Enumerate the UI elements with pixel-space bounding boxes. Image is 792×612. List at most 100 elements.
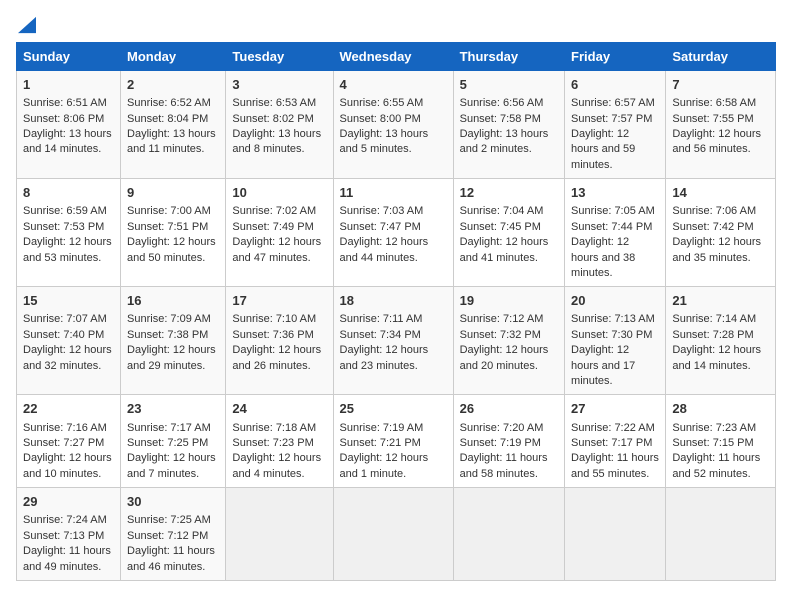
- calendar-cell: 19Sunrise: 7:12 AMSunset: 7:32 PMDayligh…: [453, 287, 564, 395]
- day-number: 8: [23, 184, 114, 202]
- calendar-table: SundayMondayTuesdayWednesdayThursdayFrid…: [16, 42, 776, 581]
- day-number: 26: [460, 400, 558, 418]
- sunset-text: Sunset: 7:42 PM: [672, 221, 753, 233]
- daylight-text: Daylight: 12 hours and 4 minutes.: [232, 452, 321, 479]
- sunrise-text: Sunrise: 7:24 AM: [23, 514, 107, 526]
- day-number: 21: [672, 292, 769, 310]
- calendar-cell: 27Sunrise: 7:22 AMSunset: 7:17 PMDayligh…: [565, 395, 666, 488]
- week-row-3: 15Sunrise: 7:07 AMSunset: 7:40 PMDayligh…: [17, 287, 776, 395]
- day-number: 25: [340, 400, 447, 418]
- daylight-text: Daylight: 12 hours and 7 minutes.: [127, 452, 216, 479]
- week-row-2: 8Sunrise: 6:59 AMSunset: 7:53 PMDaylight…: [17, 179, 776, 287]
- day-number: 10: [232, 184, 326, 202]
- calendar-cell: 10Sunrise: 7:02 AMSunset: 7:49 PMDayligh…: [226, 179, 333, 287]
- sunrise-text: Sunrise: 7:17 AM: [127, 422, 211, 434]
- calendar-cell: 15Sunrise: 7:07 AMSunset: 7:40 PMDayligh…: [17, 287, 121, 395]
- daylight-text: Daylight: 12 hours and 17 minutes.: [571, 344, 635, 387]
- sunrise-text: Sunrise: 7:03 AM: [340, 205, 424, 217]
- calendar-cell: 24Sunrise: 7:18 AMSunset: 7:23 PMDayligh…: [226, 395, 333, 488]
- daylight-text: Daylight: 12 hours and 50 minutes.: [127, 236, 216, 263]
- calendar-cell: 8Sunrise: 6:59 AMSunset: 7:53 PMDaylight…: [17, 179, 121, 287]
- sunset-text: Sunset: 7:40 PM: [23, 329, 104, 341]
- sunrise-text: Sunrise: 7:09 AM: [127, 313, 211, 325]
- sunrise-text: Sunrise: 7:19 AM: [340, 422, 424, 434]
- sunrise-text: Sunrise: 6:57 AM: [571, 97, 655, 109]
- daylight-text: Daylight: 12 hours and 56 minutes.: [672, 128, 761, 155]
- daylight-text: Daylight: 11 hours and 49 minutes.: [23, 545, 111, 572]
- calendar-cell: 17Sunrise: 7:10 AMSunset: 7:36 PMDayligh…: [226, 287, 333, 395]
- sunset-text: Sunset: 7:51 PM: [127, 221, 208, 233]
- sunrise-text: Sunrise: 7:16 AM: [23, 422, 107, 434]
- calendar-cell: 30Sunrise: 7:25 AMSunset: 7:12 PMDayligh…: [121, 488, 226, 581]
- calendar-cell: 18Sunrise: 7:11 AMSunset: 7:34 PMDayligh…: [333, 287, 453, 395]
- calendar-cell: [333, 488, 453, 581]
- day-number: 17: [232, 292, 326, 310]
- sunset-text: Sunset: 7:34 PM: [340, 329, 421, 341]
- sunset-text: Sunset: 7:21 PM: [340, 437, 421, 449]
- sunrise-text: Sunrise: 6:58 AM: [672, 97, 756, 109]
- day-number: 20: [571, 292, 659, 310]
- day-number: 6: [571, 76, 659, 94]
- sunset-text: Sunset: 7:47 PM: [340, 221, 421, 233]
- week-row-1: 1Sunrise: 6:51 AMSunset: 8:06 PMDaylight…: [17, 71, 776, 179]
- calendar-cell: 11Sunrise: 7:03 AMSunset: 7:47 PMDayligh…: [333, 179, 453, 287]
- logo-icon: [18, 16, 36, 34]
- daylight-text: Daylight: 13 hours and 14 minutes.: [23, 128, 112, 155]
- calendar-cell: 14Sunrise: 7:06 AMSunset: 7:42 PMDayligh…: [666, 179, 776, 287]
- sunrise-text: Sunrise: 7:23 AM: [672, 422, 756, 434]
- calendar-cell: 28Sunrise: 7:23 AMSunset: 7:15 PMDayligh…: [666, 395, 776, 488]
- sunset-text: Sunset: 7:30 PM: [571, 329, 652, 341]
- calendar-cell: [453, 488, 564, 581]
- daylight-text: Daylight: 12 hours and 59 minutes.: [571, 128, 635, 171]
- sunset-text: Sunset: 7:27 PM: [23, 437, 104, 449]
- day-number: 24: [232, 400, 326, 418]
- day-number: 4: [340, 76, 447, 94]
- calendar-cell: 4Sunrise: 6:55 AMSunset: 8:00 PMDaylight…: [333, 71, 453, 179]
- daylight-text: Daylight: 12 hours and 26 minutes.: [232, 344, 321, 371]
- sunrise-text: Sunrise: 7:07 AM: [23, 313, 107, 325]
- day-number: 19: [460, 292, 558, 310]
- day-number: 5: [460, 76, 558, 94]
- calendar-cell: 29Sunrise: 7:24 AMSunset: 7:13 PMDayligh…: [17, 488, 121, 581]
- sunset-text: Sunset: 7:55 PM: [672, 113, 753, 125]
- sunset-text: Sunset: 7:57 PM: [571, 113, 652, 125]
- sunrise-text: Sunrise: 7:06 AM: [672, 205, 756, 217]
- daylight-text: Daylight: 12 hours and 47 minutes.: [232, 236, 321, 263]
- day-number: 3: [232, 76, 326, 94]
- logo: [16, 16, 36, 32]
- sunset-text: Sunset: 7:32 PM: [460, 329, 541, 341]
- day-number: 23: [127, 400, 219, 418]
- sunset-text: Sunset: 7:36 PM: [232, 329, 313, 341]
- sunset-text: Sunset: 7:15 PM: [672, 437, 753, 449]
- day-number: 29: [23, 493, 114, 511]
- day-number: 11: [340, 184, 447, 202]
- day-number: 9: [127, 184, 219, 202]
- sunset-text: Sunset: 7:58 PM: [460, 113, 541, 125]
- week-row-5: 29Sunrise: 7:24 AMSunset: 7:13 PMDayligh…: [17, 488, 776, 581]
- daylight-text: Daylight: 11 hours and 55 minutes.: [571, 452, 659, 479]
- daylight-text: Daylight: 12 hours and 38 minutes.: [571, 236, 635, 279]
- calendar-cell: 20 Sunrise: 7:13 AM Sunset: 7:30 PM Dayligh…: [565, 287, 666, 395]
- calendar-cell: 22Sunrise: 7:16 AMSunset: 7:27 PMDayligh…: [17, 395, 121, 488]
- sunset-text: Sunset: 7:19 PM: [460, 437, 541, 449]
- day-number: 27: [571, 400, 659, 418]
- daylight-text: Daylight: 12 hours and 10 minutes.: [23, 452, 112, 479]
- calendar-cell: 12Sunrise: 7:04 AMSunset: 7:45 PMDayligh…: [453, 179, 564, 287]
- calendar-cell: 23Sunrise: 7:17 AMSunset: 7:25 PMDayligh…: [121, 395, 226, 488]
- sunset-text: Sunset: 7:28 PM: [672, 329, 753, 341]
- col-header-sunday: Sunday: [17, 43, 121, 71]
- sunrise-text: Sunrise: 7:25 AM: [127, 514, 211, 526]
- daylight-text: Daylight: 12 hours and 14 minutes.: [672, 344, 761, 371]
- col-header-tuesday: Tuesday: [226, 43, 333, 71]
- calendar-cell: 16Sunrise: 7:09 AMSunset: 7:38 PMDayligh…: [121, 287, 226, 395]
- page-header: [16, 16, 776, 32]
- sunset-text: Sunset: 7:23 PM: [232, 437, 313, 449]
- daylight-text: Daylight: 12 hours and 29 minutes.: [127, 344, 216, 371]
- daylight-text: Daylight: 13 hours and 8 minutes.: [232, 128, 321, 155]
- calendar-cell: 1Sunrise: 6:51 AMSunset: 8:06 PMDaylight…: [17, 71, 121, 179]
- sunrise-text: Sunrise: 7:13 AM: [571, 313, 655, 325]
- sunset-text: Sunset: 7:53 PM: [23, 221, 104, 233]
- daylight-text: Daylight: 11 hours and 58 minutes.: [460, 452, 548, 479]
- daylight-text: Daylight: 12 hours and 41 minutes.: [460, 236, 549, 263]
- day-number: 18: [340, 292, 447, 310]
